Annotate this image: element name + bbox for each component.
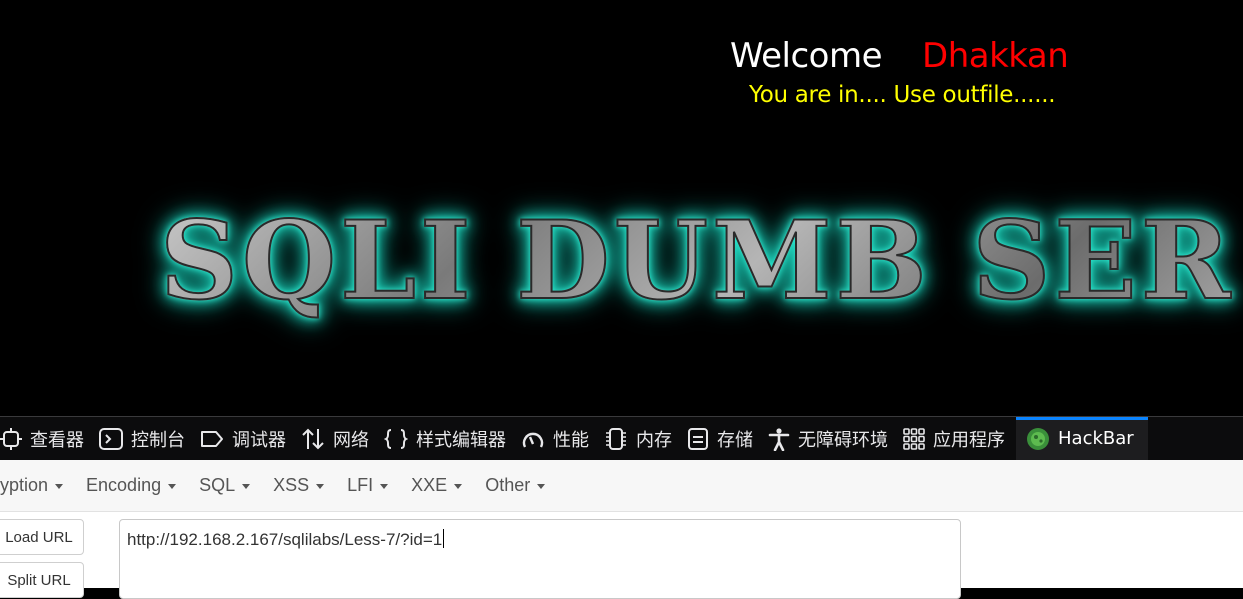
tab-hackbar[interactable]: HackBar — [1016, 417, 1148, 460]
tab-label: 控制台 — [131, 429, 185, 451]
tab-performance[interactable]: 性能 — [517, 417, 600, 460]
accessibility-icon — [768, 427, 790, 451]
tab-style-editor[interactable]: 样式编辑器 — [380, 417, 517, 460]
tab-label: 内存 — [636, 429, 672, 451]
menu-xxe[interactable]: XXE — [399, 475, 473, 496]
menu-label: XSS — [273, 475, 310, 495]
menu-lfi[interactable]: LFI — [335, 475, 399, 496]
tab-accessibility[interactable]: 无障碍环境 — [764, 417, 899, 460]
tab-debugger[interactable]: 调试器 — [196, 417, 297, 460]
tab-label: 性能 — [553, 429, 589, 451]
status-message: You are in.... Use outfile...... — [749, 82, 1056, 108]
tab-memory[interactable]: 内存 — [600, 417, 683, 460]
tab-label: 调试器 — [232, 429, 286, 451]
username: Dhakkan — [922, 36, 1069, 76]
caret-down-icon — [380, 484, 389, 489]
tab-network[interactable]: 网络 — [297, 417, 380, 460]
network-icon — [302, 428, 324, 449]
debugger-icon — [201, 430, 223, 447]
tab-inspector[interactable]: 查看器 — [0, 417, 95, 460]
text-cursor — [443, 529, 445, 548]
load-url-button[interactable]: Load URL — [0, 519, 84, 555]
welcome-heading: Welcome Dhakkan — [730, 36, 1069, 76]
menu-label: LFI — [347, 475, 374, 495]
url-value: http://192.168.2.167/sqlilabs/Less-7/?id… — [127, 530, 443, 549]
tab-label: 网络 — [333, 429, 369, 451]
split-url-button[interactable]: Split URL — [0, 562, 84, 598]
caret-down-icon — [316, 484, 325, 489]
tab-label: HackBar — [1058, 428, 1134, 449]
caret-down-icon — [168, 484, 177, 489]
caret-down-icon — [55, 484, 64, 489]
hackbar-menu: ryption Encoding SQL XSS LFI XXE Other — [0, 460, 1243, 512]
menu-label: ryption — [0, 475, 49, 495]
web-page-content: Welcome Dhakkan You are in.... Use outfil… — [0, 0, 1243, 416]
caret-down-icon — [454, 484, 463, 489]
menu-label: XXE — [411, 475, 448, 495]
storage-icon — [688, 427, 708, 450]
url-textarea[interactable]: http://192.168.2.167/sqlilabs/Less-7/?id… — [119, 519, 961, 599]
menu-encryption[interactable]: ryption — [0, 475, 74, 496]
caret-down-icon — [242, 484, 251, 489]
performance-icon — [522, 432, 544, 448]
tab-label: 样式编辑器 — [416, 429, 506, 451]
menu-encoding[interactable]: Encoding — [74, 475, 187, 496]
menu-label: SQL — [199, 475, 236, 495]
menu-label: Other — [485, 475, 531, 495]
style-editor-icon — [384, 428, 408, 449]
tab-storage[interactable]: 存储 — [683, 417, 764, 460]
banner-logo: SQLI DUMB SER — [159, 197, 1235, 325]
caret-down-icon — [537, 484, 546, 489]
tab-application[interactable]: 应用程序 — [899, 417, 1016, 460]
console-icon — [99, 427, 123, 450]
tab-console[interactable]: 控制台 — [95, 417, 196, 460]
application-icon — [903, 427, 925, 450]
tab-label: 无障碍环境 — [798, 429, 888, 451]
inspector-icon — [0, 427, 22, 450]
menu-xss[interactable]: XSS — [261, 475, 335, 496]
welcome-label: Welcome — [730, 36, 883, 76]
hackbar-panel: ryption Encoding SQL XSS LFI XXE Other L… — [0, 460, 1243, 599]
menu-other[interactable]: Other — [473, 475, 556, 496]
tab-label: 存储 — [717, 429, 753, 451]
tab-label: 查看器 — [30, 429, 84, 451]
devtools-toolbar: 查看器 控制台 调试器 网络 样式编辑器 性能 内存 存储 无障碍环境 应用程序… — [0, 416, 1243, 460]
menu-label: Encoding — [86, 475, 162, 495]
tab-label: 应用程序 — [933, 429, 1005, 451]
hackbar-icon — [1027, 427, 1049, 450]
memory-icon — [606, 427, 626, 450]
menu-sql[interactable]: SQL — [187, 475, 261, 496]
